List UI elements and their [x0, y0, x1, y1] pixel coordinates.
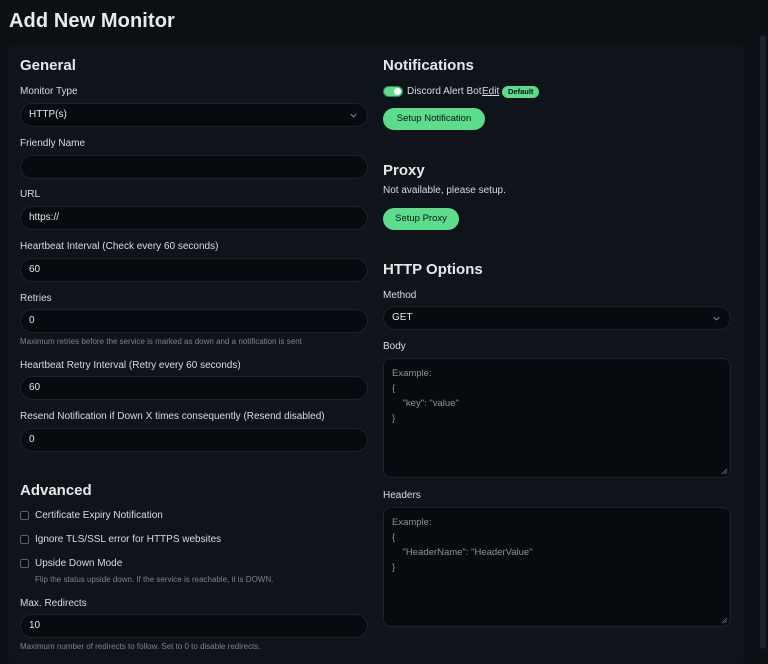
headers-placeholder-line: "HeaderName": "HeaderValue" — [392, 547, 533, 558]
cert-expiry-label[interactable]: Certificate Expiry Notification — [35, 510, 163, 521]
retries-value: 0 — [29, 315, 35, 326]
resend-input[interactable]: 0 — [20, 428, 368, 452]
headers-label: Headers — [383, 490, 421, 501]
retry-interval-label: Heartbeat Retry Interval (Retry every 60… — [20, 360, 241, 371]
retries-input[interactable]: 0 — [20, 309, 368, 333]
ignore-tls-checkbox[interactable] — [20, 535, 29, 544]
toggle-knob — [394, 88, 401, 95]
monitor-type-label: Monitor Type — [20, 86, 78, 97]
monitor-form-panel: General Monitor Type HTTP(s) Friendly Na… — [8, 44, 744, 664]
url-value: https:// — [29, 212, 60, 223]
resend-value: 0 — [29, 434, 35, 445]
body-placeholder-line: { — [392, 383, 396, 394]
retries-hint: Maximum retries before the service is ma… — [20, 337, 302, 346]
headers-placeholder-line: { — [392, 532, 396, 543]
body-placeholder-line: "key": "value" — [392, 398, 459, 409]
page-title: Add New Monitor — [9, 10, 175, 32]
max-redirects-value: 10 — [29, 620, 41, 631]
method-value: GET — [392, 312, 413, 323]
upside-down-hint: Flip the status upside down. If the serv… — [35, 575, 274, 584]
default-badge: Default — [502, 86, 540, 98]
heartbeat-interval-input[interactable]: 60 — [20, 258, 368, 282]
headers-textarea[interactable]: Example: { "HeaderName": "HeaderValue" } — [383, 507, 731, 627]
resend-label: Resend Notification if Down X times cons… — [20, 411, 325, 422]
retry-interval-value: 60 — [29, 382, 41, 393]
scrollbar-thumb[interactable] — [760, 35, 766, 649]
resize-grip-icon[interactable] — [721, 468, 728, 475]
url-label: URL — [20, 189, 41, 200]
headers-placeholder-line: } — [392, 562, 396, 573]
heartbeat-interval-label: Heartbeat Interval (Check every 60 secon… — [20, 241, 219, 252]
body-placeholder-line: } — [392, 413, 396, 424]
discord-notification-name: Discord Alert Bot — [407, 86, 482, 97]
body-placeholder-line: Example: — [392, 368, 432, 379]
retries-label: Retries — [20, 293, 52, 304]
headers-placeholder-line: Example: — [392, 517, 432, 528]
body-label: Body — [383, 341, 406, 352]
general-heading: General — [20, 57, 76, 74]
heartbeat-interval-value: 60 — [29, 264, 41, 275]
upside-down-checkbox[interactable] — [20, 559, 29, 568]
friendly-name-label: Friendly Name — [20, 138, 86, 149]
notifications-heading: Notifications — [383, 57, 474, 74]
proxy-heading: Proxy — [383, 162, 425, 179]
advanced-heading: Advanced — [20, 482, 92, 499]
retry-interval-input[interactable]: 60 — [20, 376, 368, 400]
setup-notification-button[interactable]: Setup Notification — [383, 108, 485, 130]
scrollbar[interactable] — [758, 0, 768, 649]
method-label: Method — [383, 290, 417, 301]
resize-grip-icon[interactable] — [721, 617, 728, 624]
max-redirects-hint: Maximum number of redirects to follow. S… — [20, 642, 261, 651]
url-input[interactable]: https:// — [20, 206, 368, 230]
body-textarea[interactable]: Example: { "key": "value" } — [383, 358, 731, 478]
monitor-type-value: HTTP(s) — [29, 109, 67, 120]
upside-down-label[interactable]: Upside Down Mode — [35, 558, 122, 569]
discord-notification-edit-link[interactable]: Edit — [482, 86, 499, 97]
http-options-heading: HTTP Options — [383, 261, 483, 278]
ignore-tls-label[interactable]: Ignore TLS/SSL error for HTTPS websites — [35, 534, 221, 545]
friendly-name-input[interactable] — [20, 155, 368, 179]
max-redirects-input[interactable]: 10 — [20, 614, 368, 638]
monitor-type-select[interactable]: HTTP(s) — [20, 103, 368, 127]
chevron-down-icon — [713, 316, 720, 321]
cert-expiry-checkbox[interactable] — [20, 511, 29, 520]
max-redirects-label: Max. Redirects — [20, 598, 87, 609]
chevron-down-icon — [350, 113, 357, 118]
setup-proxy-button[interactable]: Setup Proxy — [383, 208, 459, 230]
discord-notification-toggle[interactable] — [383, 86, 403, 97]
proxy-status: Not available, please setup. — [383, 185, 506, 196]
method-select[interactable]: GET — [383, 306, 731, 330]
